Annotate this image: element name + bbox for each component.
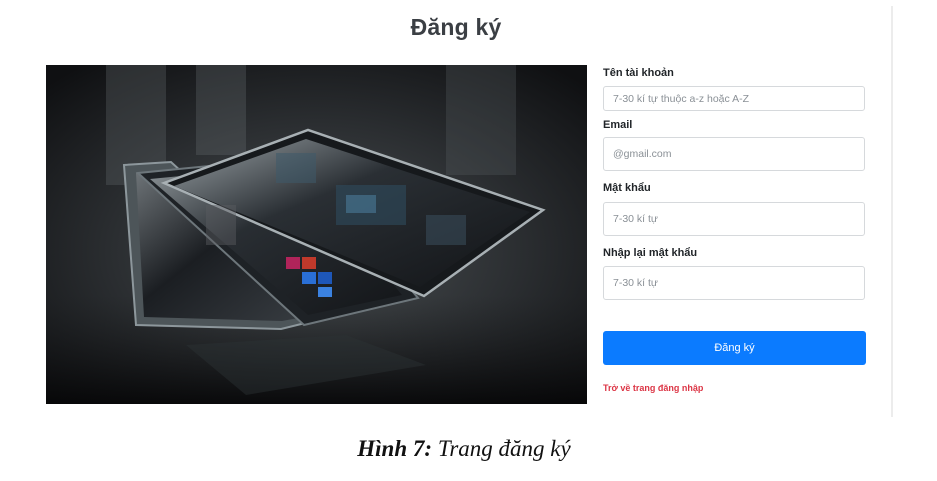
email-label: Email [603,119,633,131]
scroll-divider [891,6,893,417]
password-label: Mật khẩu [603,182,651,194]
page-title: Đăng ký [410,14,502,40]
caption-text: Trang đăng ký [432,436,571,461]
hero-image [46,65,587,404]
back-to-login-link[interactable]: Trở về trang đăng nhập [603,383,703,393]
register-button[interactable]: Đăng ký [603,331,866,365]
caption-prefix: Hình 7: [357,436,433,461]
figure-caption: Hình 7: Trang đăng ký [0,436,928,462]
confirm-password-input[interactable] [603,266,865,300]
password-input[interactable] [603,202,865,236]
email-input[interactable] [603,137,865,171]
confirm-password-label: Nhập lại mật khẩu [603,247,698,259]
username-label: Tên tài khoản [603,67,674,79]
username-input[interactable] [603,86,865,111]
